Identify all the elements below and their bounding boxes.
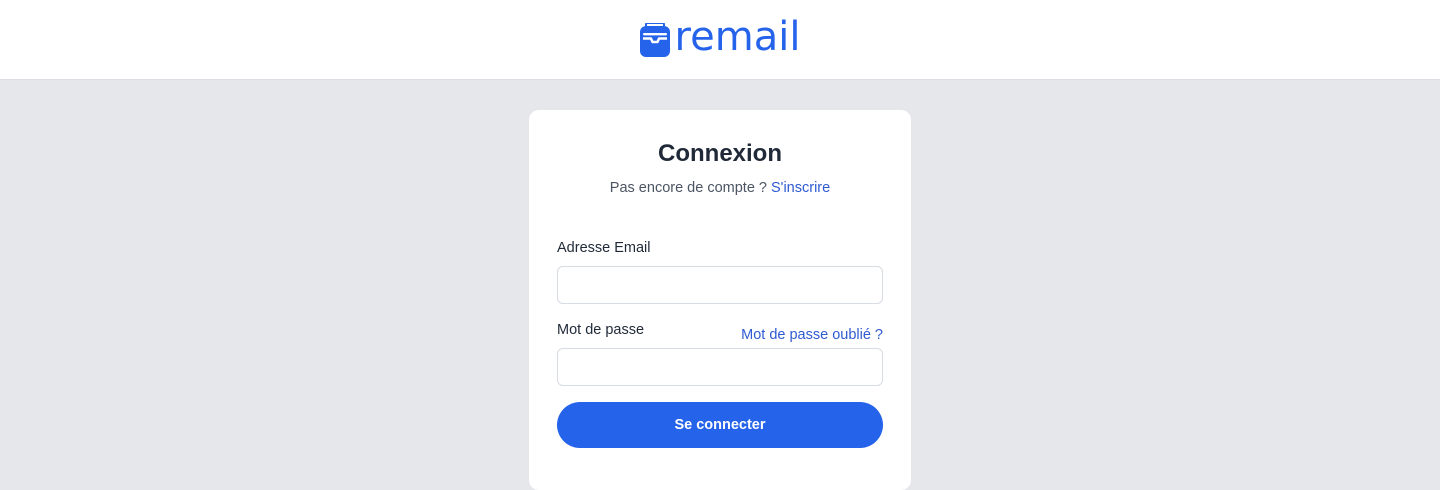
password-label: Mot de passe [557, 322, 645, 338]
signup-link[interactable]: S'inscrire [771, 180, 830, 196]
no-account-text: Pas encore de compte ? [609, 180, 767, 196]
logo[interactable]: remail [639, 17, 800, 57]
login-card: Connexion Pas encore de compte ? S'inscr… [529, 110, 911, 490]
mailbox-icon [639, 22, 670, 57]
top-bar: remail [0, 0, 1440, 80]
login-button[interactable]: Se connecter [557, 402, 883, 448]
signup-prompt: Pas encore de compte ? S'inscrire [529, 179, 911, 197]
forgot-password-link[interactable]: Mot de passe oublié ? [741, 326, 883, 344]
page-title: Connexion [658, 140, 782, 167]
logo-text: remail [674, 13, 801, 60]
password-field[interactable] [557, 348, 883, 386]
email-label: Adresse Email [557, 240, 651, 256]
email-field[interactable] [557, 266, 883, 304]
